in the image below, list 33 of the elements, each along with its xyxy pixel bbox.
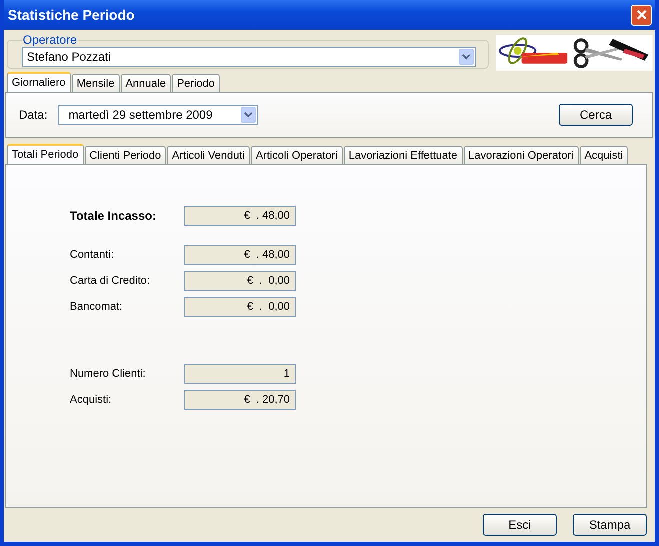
- group-legend: Operatore: [22, 33, 78, 47]
- tab[interactable]: Lavoriazioni Effettuate: [344, 146, 463, 164]
- field-label: Contanti:: [70, 249, 116, 261]
- window-title: Statistiche Periodo: [8, 7, 135, 23]
- readonly-field: € . 0,00: [184, 297, 296, 317]
- readonly-field: 1: [184, 364, 296, 384]
- tab[interactable]: Acquisti: [580, 146, 628, 164]
- period-tab[interactable]: Giornaliero: [7, 72, 71, 92]
- period-tab[interactable]: Periodo: [172, 74, 220, 92]
- close-icon: [636, 9, 648, 21]
- tab[interactable]: Clienti Periodo: [84, 146, 166, 164]
- date-picker[interactable]: martedì 29 settembre 2009: [58, 105, 258, 125]
- readonly-field: € . 0,00: [184, 271, 296, 291]
- dialog-button[interactable]: Stampa: [573, 514, 647, 536]
- field-label: Carta di Credito:: [70, 275, 152, 287]
- period-tab[interactable]: Annuale: [120, 74, 172, 92]
- readonly-field: € . 48,00: [184, 245, 296, 265]
- field-label: Numero Clienti:: [70, 368, 147, 380]
- date-label: Data:: [19, 108, 48, 122]
- readonly-field: € . 20,70: [184, 390, 296, 410]
- field-label: Totale Incasso:: [70, 209, 158, 223]
- tab[interactable]: Articoli Venduti: [167, 146, 250, 164]
- readonly-field: € . 48,00: [184, 206, 296, 226]
- tab[interactable]: Articoli Operatori: [250, 146, 343, 164]
- close-button[interactable]: [631, 4, 652, 26]
- field-label: Acquisti:: [70, 394, 113, 406]
- search-button[interactable]: Cerca: [559, 104, 633, 126]
- tab[interactable]: Lavorazioni Operatori: [464, 146, 579, 164]
- operator-dropdown[interactable]: Stefano Pozzati: [22, 47, 476, 67]
- dialog-button[interactable]: Esci: [483, 514, 557, 536]
- field-label: Bancomat:: [70, 301, 124, 313]
- period-tab[interactable]: Mensile: [72, 74, 120, 92]
- tab[interactable]: Totali Periodo: [7, 144, 84, 164]
